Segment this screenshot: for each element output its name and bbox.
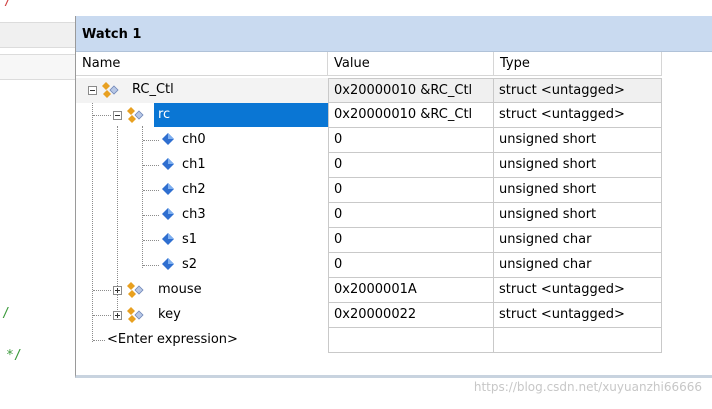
variable-icon bbox=[162, 258, 174, 270]
tree-row-ch3[interactable]: ch3 0 unsigned short bbox=[76, 203, 662, 228]
variable-icon bbox=[162, 158, 174, 170]
column-header-type[interactable]: Type bbox=[494, 52, 662, 76]
row-type: struct <untagged> bbox=[494, 278, 662, 303]
collapse-toggle[interactable] bbox=[113, 111, 122, 120]
editor-comment-mark: / bbox=[2, 306, 10, 321]
row-name: ch3 bbox=[182, 207, 206, 222]
tree-row-ch1[interactable]: ch1 0 unsigned short bbox=[76, 153, 662, 178]
row-value[interactable]: 0 bbox=[328, 153, 494, 178]
tree-row-s2[interactable]: s2 0 unsigned char bbox=[76, 253, 662, 278]
code-editor-fragment: / / */ bbox=[0, 0, 76, 409]
row-name: ch2 bbox=[182, 182, 206, 197]
row-value[interactable]: 0 bbox=[328, 228, 494, 253]
column-header-value[interactable]: Value bbox=[328, 52, 494, 76]
struct-icon bbox=[102, 82, 119, 98]
row-name: s2 bbox=[182, 257, 198, 272]
tree-row-key[interactable]: key 0x20000022 struct <untagged> bbox=[76, 303, 662, 328]
tree-row-rc[interactable]: rc 0x20000010 &RC_Ctl struct <untagged> bbox=[76, 103, 662, 128]
row-name: ch0 bbox=[182, 132, 206, 147]
column-header-row: Name Value Type bbox=[76, 52, 662, 76]
variable-icon bbox=[162, 133, 174, 145]
row-value[interactable]: 0x2000001A bbox=[328, 278, 494, 303]
row-type: unsigned char bbox=[494, 253, 662, 278]
tree-row-mouse[interactable]: mouse 0x2000001A struct <untagged> bbox=[76, 278, 662, 303]
watch-titlebar[interactable]: Watch 1 bbox=[76, 16, 712, 52]
enter-expression-row[interactable]: <Enter expression> bbox=[76, 328, 662, 353]
row-name: RC_Ctl bbox=[132, 82, 174, 97]
expand-toggle[interactable] bbox=[113, 311, 122, 320]
row-type: unsigned char bbox=[494, 228, 662, 253]
expand-toggle[interactable] bbox=[113, 286, 122, 295]
watermark: https://blog.csdn.net/xuyuanzhi66666 bbox=[473, 380, 702, 394]
row-value[interactable]: 0x20000010 &RC_Ctl bbox=[328, 103, 494, 128]
column-header-name[interactable]: Name bbox=[76, 52, 328, 76]
row-name: mouse bbox=[158, 282, 202, 297]
row-value[interactable]: 0 bbox=[328, 178, 494, 203]
row-value[interactable]: 0 bbox=[328, 128, 494, 153]
collapse-toggle[interactable] bbox=[88, 86, 97, 95]
editor-line-band bbox=[0, 54, 76, 80]
tree-row-rc-ctl[interactable]: RC_Ctl 0x20000010 &RC_Ctl struct <untagg… bbox=[76, 78, 662, 103]
tree-row-ch0[interactable]: ch0 0 unsigned short bbox=[76, 128, 662, 153]
row-type bbox=[494, 328, 662, 353]
row-type: struct <untagged> bbox=[494, 103, 662, 128]
tree-row-s1[interactable]: s1 0 unsigned char bbox=[76, 228, 662, 253]
enter-expression-input[interactable]: <Enter expression> bbox=[103, 328, 242, 352]
struct-icon bbox=[127, 107, 144, 123]
row-value[interactable]: 0x20000010 &RC_Ctl bbox=[328, 78, 494, 103]
row-type: struct <untagged> bbox=[494, 78, 662, 103]
struct-icon bbox=[127, 307, 144, 323]
watch-title: Watch 1 bbox=[82, 27, 142, 42]
watch-window: Watch 1 Name Value Type RC_Ctl 0x2000001… bbox=[75, 16, 712, 378]
row-value[interactable]: 0 bbox=[328, 253, 494, 278]
struct-icon bbox=[127, 282, 144, 298]
tree-row-ch2[interactable]: ch2 0 unsigned short bbox=[76, 178, 662, 203]
row-value[interactable] bbox=[328, 328, 494, 353]
variable-icon bbox=[162, 183, 174, 195]
variable-icon bbox=[162, 233, 174, 245]
row-type: unsigned short bbox=[494, 203, 662, 228]
row-name-selected: rc bbox=[154, 103, 328, 127]
row-name: key bbox=[158, 307, 181, 322]
row-type: unsigned short bbox=[494, 153, 662, 178]
editor-mark: / bbox=[4, 0, 12, 9]
row-value[interactable]: 0x20000022 bbox=[328, 303, 494, 328]
row-name: s1 bbox=[182, 232, 198, 247]
editor-comment-end: */ bbox=[6, 348, 22, 363]
row-name: ch1 bbox=[182, 157, 206, 172]
editor-tab-band bbox=[0, 22, 76, 48]
row-type: unsigned short bbox=[494, 178, 662, 203]
row-type: struct <untagged> bbox=[494, 303, 662, 328]
variable-icon bbox=[162, 208, 174, 220]
row-type: unsigned short bbox=[494, 128, 662, 153]
row-value[interactable]: 0 bbox=[328, 203, 494, 228]
